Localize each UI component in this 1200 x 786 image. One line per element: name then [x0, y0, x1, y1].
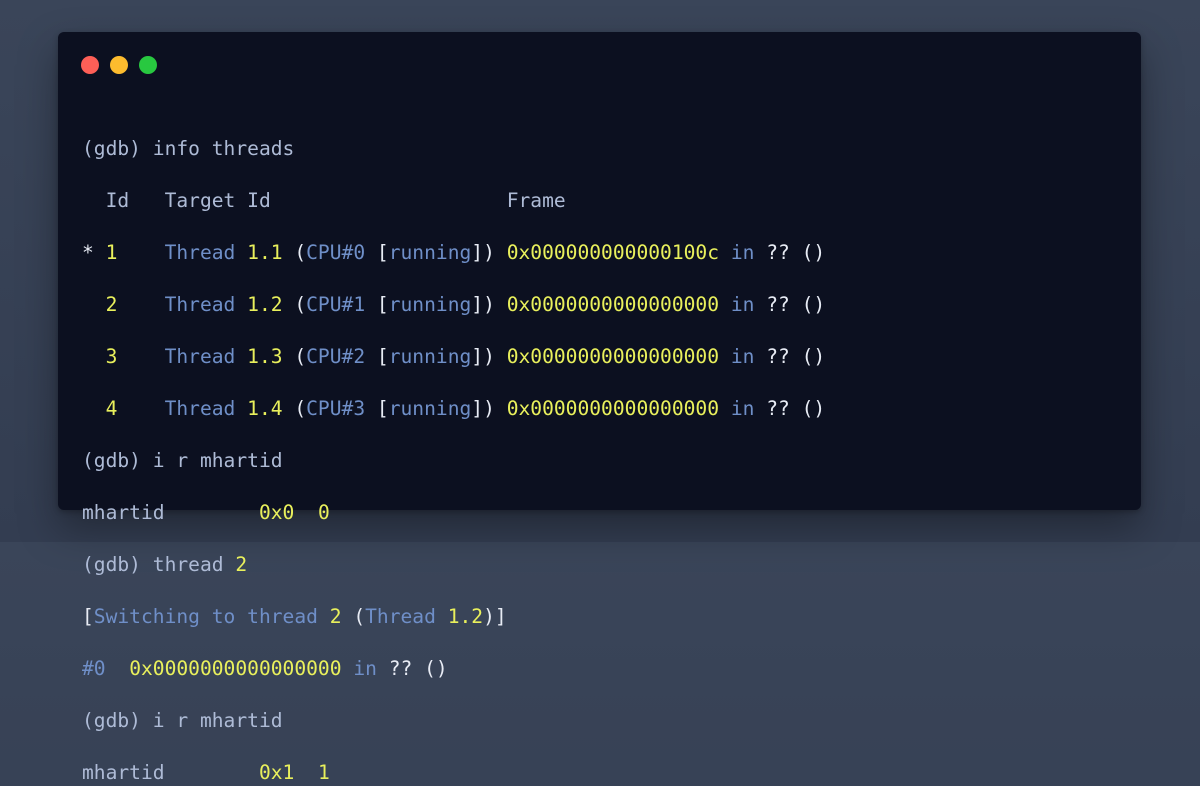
- paren: (: [294, 293, 307, 316]
- column-frame: Frame: [506, 189, 566, 212]
- thread-row: * 1 Thread 1.1 (CPU#0 [running]) 0x00000…: [82, 240, 825, 266]
- in-keyword: in: [730, 293, 755, 316]
- register-dec-value: 1: [317, 761, 330, 784]
- frame-address: 0x0000000000000000: [506, 397, 720, 420]
- thread-state: running: [388, 241, 472, 264]
- in-keyword: in: [730, 241, 755, 264]
- thread-id: 2: [105, 293, 118, 316]
- register-hex-value: 0x1: [258, 761, 295, 784]
- thread-target-id: 1.3: [247, 345, 283, 368]
- bracket: ]): [471, 345, 495, 368]
- gdb-prompt: (gdb): [82, 553, 141, 576]
- function-name: ??: [766, 241, 790, 264]
- terminal-window: (gdb) info threads Id Target Id Frame * …: [58, 32, 1141, 784]
- terminal-output[interactable]: (gdb) info threads Id Target Id Frame * …: [82, 110, 825, 786]
- paren: (: [294, 241, 307, 264]
- command-text: i r mhartid: [152, 449, 283, 472]
- cpu-label: CPU#3: [306, 397, 366, 420]
- output-line: (gdb) thread 2: [82, 552, 825, 578]
- command-arg: 2: [235, 553, 248, 576]
- register-line: mhartid 0x1 1: [82, 760, 825, 786]
- current-thread-marker: *: [82, 241, 94, 264]
- thread-label: Thread: [164, 345, 236, 368]
- bracket: [: [376, 397, 389, 420]
- register-name: mhartid: [82, 501, 165, 524]
- gdb-prompt: (gdb): [82, 137, 141, 160]
- thread-target-id: 1.4: [247, 397, 283, 420]
- paren: (: [294, 345, 307, 368]
- thread-target-id: 1.2: [447, 605, 484, 628]
- maximize-button[interactable]: [139, 56, 157, 74]
- frame-address: 0x0000000000000000: [506, 293, 720, 316]
- thread-label: Thread: [164, 397, 236, 420]
- thread-label: Thread: [164, 293, 236, 316]
- frame-address: 0x0000000000000000: [506, 345, 720, 368]
- parens: (): [424, 657, 448, 680]
- function-name: ??: [766, 397, 790, 420]
- frame-address: 0x0000000000000000: [129, 657, 342, 680]
- register-dec-value: 0: [317, 501, 330, 524]
- thread-row: 3 Thread 1.3 (CPU#2 [running]) 0x0000000…: [82, 344, 826, 370]
- bracket: ]): [471, 241, 495, 264]
- in-keyword: in: [730, 397, 755, 420]
- thread-state: running: [388, 293, 472, 316]
- function-name: ??: [766, 293, 790, 316]
- parens: (): [801, 293, 826, 316]
- thread-label: Thread: [164, 241, 236, 264]
- thread-label: Thread: [365, 605, 436, 628]
- gdb-prompt: (gdb): [82, 449, 141, 472]
- thread-target-id: 1.2: [247, 293, 283, 316]
- thread-id: 1: [105, 241, 118, 264]
- bracket: )]: [483, 605, 507, 628]
- bracket: ]): [471, 397, 495, 420]
- frame-line: #0 0x0000000000000000 in ?? (): [82, 656, 825, 682]
- command-text: thread: [152, 553, 224, 576]
- register-hex-value: 0x0: [258, 501, 295, 524]
- frame-number: #0: [82, 657, 106, 680]
- command-text: info threads: [152, 137, 295, 160]
- bracket: [: [376, 241, 389, 264]
- switch-message: [Switching to thread 2 (Thread 1.2)]: [82, 604, 825, 630]
- parens: (): [801, 345, 826, 368]
- thread-state: running: [388, 397, 472, 420]
- cpu-label: CPU#1: [306, 293, 366, 316]
- threads-header: Id Target Id Frame: [82, 188, 825, 214]
- paren: (: [353, 605, 366, 628]
- parens: (): [801, 397, 826, 420]
- thread-state: running: [388, 345, 472, 368]
- thread-id: 3: [105, 345, 118, 368]
- parens: (): [801, 241, 826, 264]
- close-button[interactable]: [81, 56, 99, 74]
- register-name: mhartid: [82, 761, 165, 784]
- frame-address: 0x000000000000100c: [506, 241, 720, 264]
- output-line: (gdb) i r mhartid: [82, 708, 825, 734]
- thread-row: 4 Thread 1.4 (CPU#3 [running]) 0x0000000…: [82, 396, 826, 422]
- in-keyword: in: [730, 345, 755, 368]
- command-text: i r mhartid: [152, 709, 283, 732]
- window-controls: [81, 56, 157, 74]
- bracket: [: [376, 293, 389, 316]
- bracket: [: [82, 605, 94, 628]
- output-line: (gdb) i r mhartid: [82, 448, 825, 474]
- gdb-prompt: (gdb): [82, 709, 141, 732]
- bracket: ]): [471, 293, 495, 316]
- thread-id: 4: [105, 397, 118, 420]
- column-id: Id: [105, 189, 130, 212]
- thread-number: 2: [329, 605, 342, 628]
- in-keyword: in: [353, 657, 377, 680]
- register-line: mhartid 0x0 0: [82, 500, 825, 526]
- cpu-label: CPU#2: [306, 345, 366, 368]
- minimize-button[interactable]: [110, 56, 128, 74]
- function-name: ??: [388, 657, 413, 680]
- column-target-id: Target Id: [164, 189, 271, 212]
- bracket: [: [376, 345, 389, 368]
- thread-target-id: 1.1: [247, 241, 283, 264]
- function-name: ??: [766, 345, 790, 368]
- switch-text: Switching to thread: [93, 605, 318, 628]
- output-line: (gdb) info threads: [82, 136, 825, 162]
- paren: (: [294, 397, 307, 420]
- cpu-label: CPU#0: [306, 241, 366, 264]
- thread-row: 2 Thread 1.2 (CPU#1 [running]) 0x0000000…: [82, 292, 826, 318]
